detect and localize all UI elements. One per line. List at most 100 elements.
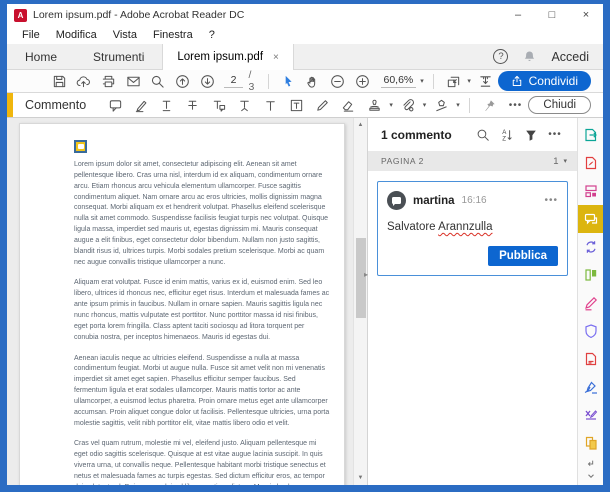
chiudi-button[interactable]: Chiudi — [528, 96, 592, 114]
highlight-tool[interactable] — [128, 93, 154, 117]
sort-comments-button[interactable]: AZ — [495, 128, 519, 142]
attach-caret-icon[interactable]: ▾ — [423, 101, 427, 109]
next-page-button[interactable] — [195, 70, 220, 92]
commentbar-divider — [468, 97, 470, 113]
page-section-header[interactable]: PAGINA 2 1 ▾ — [368, 151, 577, 171]
comments-more-button[interactable]: ••• — [543, 129, 567, 140]
rail-tool-organize-pages[interactable] — [578, 261, 603, 289]
document-viewport[interactable]: Lorem ipsum dolor sit amet, consectetur … — [7, 118, 368, 485]
help-icon[interactable]: ? — [493, 49, 509, 64]
sticky-note-annotation-icon[interactable] — [74, 140, 87, 153]
condividi-button[interactable]: Condividi — [497, 71, 591, 91]
previous-page-button[interactable] — [170, 70, 195, 92]
print-button[interactable] — [96, 70, 121, 92]
zoom-out-button[interactable] — [325, 70, 350, 92]
fit-page-caret-icon[interactable]: ▾ — [467, 77, 471, 85]
underline-text-tool[interactable] — [154, 93, 180, 117]
search-comments-button[interactable] — [471, 128, 495, 142]
zoom-level-value[interactable]: 60,6% — [380, 74, 417, 88]
organize-pages-icon — [585, 269, 597, 281]
menu-help[interactable]: ? — [201, 29, 223, 41]
signin-link[interactable]: Accedi — [551, 50, 589, 64]
zoom-in-button[interactable] — [350, 70, 375, 92]
menu-vista[interactable]: Vista — [105, 29, 145, 41]
tab-document[interactable]: Lorem ipsum.pdf × — [162, 44, 294, 70]
sticky-note-tool[interactable] — [102, 93, 128, 117]
page-number-input[interactable]: 2 — [223, 74, 244, 88]
close-button[interactable]: × — [569, 9, 603, 21]
attach-tool[interactable] — [395, 93, 421, 117]
hand-tool-button[interactable] — [301, 70, 326, 92]
keep-tool-pin[interactable] — [477, 93, 503, 117]
pdf-page[interactable]: Lorem ipsum dolor sit amet, consectetur … — [19, 123, 345, 485]
pubblica-button[interactable]: Pubblica — [488, 246, 558, 266]
print-icon — [102, 75, 115, 87]
search-button[interactable] — [146, 70, 171, 92]
strikethrough-text-tool[interactable] — [180, 93, 206, 117]
rail-tool-combine-files[interactable] — [578, 233, 603, 261]
sort-az-icon: AZ — [502, 129, 512, 142]
maximize-button[interactable]: □ — [535, 9, 569, 21]
back-arrow-icon[interactable] — [586, 459, 596, 469]
shapes-tool[interactable] — [428, 93, 454, 117]
add-text-tool[interactable] — [258, 93, 284, 117]
tab-home[interactable]: Home — [7, 44, 75, 69]
more-tools-pages-icon — [585, 436, 597, 450]
menu-file[interactable]: File — [14, 29, 48, 41]
comment-card[interactable]: martina 16:16 ••• Salvatore Arannzulla P… — [377, 181, 568, 276]
scroll-down-icon[interactable]: ▼ — [358, 471, 364, 485]
shapes-caret-icon[interactable]: ▾ — [456, 101, 460, 109]
section-chevron-icon[interactable]: ▾ — [563, 157, 567, 165]
stamp-tool[interactable] — [361, 93, 387, 117]
rail-tool-create-pdf[interactable] — [578, 149, 603, 177]
hand-tool-icon — [307, 76, 316, 88]
stamp-caret-icon[interactable]: ▾ — [389, 101, 393, 109]
scroll-up-icon[interactable]: ▲ — [358, 118, 364, 132]
erase-tool[interactable] — [335, 93, 361, 117]
minimize-button[interactable]: – — [501, 9, 535, 21]
zoom-caret-icon[interactable]: ▾ — [420, 77, 424, 85]
cloud-upload-icon — [77, 75, 91, 87]
fit-page-button[interactable] — [441, 70, 466, 92]
rail-tool-protect[interactable] — [578, 317, 603, 345]
rail-tool-more-tools[interactable] — [578, 429, 603, 457]
insert-text-tool[interactable] — [232, 93, 258, 117]
text-box-tool[interactable] — [284, 93, 310, 117]
rail-tool-fill-sign[interactable] — [578, 289, 603, 317]
rail-tool-comment[interactable] — [578, 205, 603, 233]
search-icon — [152, 75, 165, 88]
panel-collapse-handle[interactable]: ▸ — [364, 270, 368, 279]
draw-tool[interactable] — [310, 93, 336, 117]
filter-comments-button[interactable] — [519, 128, 543, 142]
select-tool-button[interactable] — [276, 70, 301, 92]
rail-tool-optimize-pdf[interactable] — [578, 345, 603, 373]
save-button[interactable] — [47, 70, 72, 92]
email-button[interactable] — [121, 70, 146, 92]
rail-tool-certificates[interactable] — [578, 373, 603, 401]
bell-icon[interactable] — [522, 49, 537, 64]
document-paragraph: Aliquam erat volutpat. Fusce id enim mat… — [74, 279, 330, 341]
rail-tool-export-pdf[interactable] — [578, 121, 603, 149]
menu-finestra[interactable]: Finestra — [145, 29, 201, 41]
fit-width-button[interactable] — [473, 70, 498, 92]
shapes-icon — [436, 99, 447, 111]
filter-funnel-icon — [526, 130, 536, 141]
replace-text-tool[interactable] — [206, 93, 232, 117]
chevron-down-icon[interactable] — [586, 471, 596, 481]
commentbar-more-button[interactable]: ••• — [503, 93, 529, 117]
edit-pdf-icon — [585, 185, 597, 198]
tab-strumenti[interactable]: Strumenti — [75, 44, 162, 69]
insert-text-icon — [240, 100, 250, 111]
vertical-scrollbar[interactable]: ▲ ▼ — [353, 118, 367, 485]
create-pdf-icon — [585, 156, 597, 170]
title-bar[interactable]: A Lorem ipsum.pdf - Adobe Acrobat Reader… — [7, 4, 603, 26]
rail-tool-custom-sign[interactable] — [578, 401, 603, 429]
comment-text[interactable]: Salvatore Arannzulla — [387, 221, 558, 233]
menu-modifica[interactable]: Modifica — [48, 29, 105, 41]
rail-tool-edit-pdf[interactable] — [578, 177, 603, 205]
comment-options-button[interactable]: ••• — [544, 195, 558, 206]
upload-button[interactable] — [72, 70, 97, 92]
tab-close-icon[interactable]: × — [273, 52, 279, 63]
pin-icon — [485, 99, 495, 111]
fill-sign-icon — [585, 296, 598, 311]
